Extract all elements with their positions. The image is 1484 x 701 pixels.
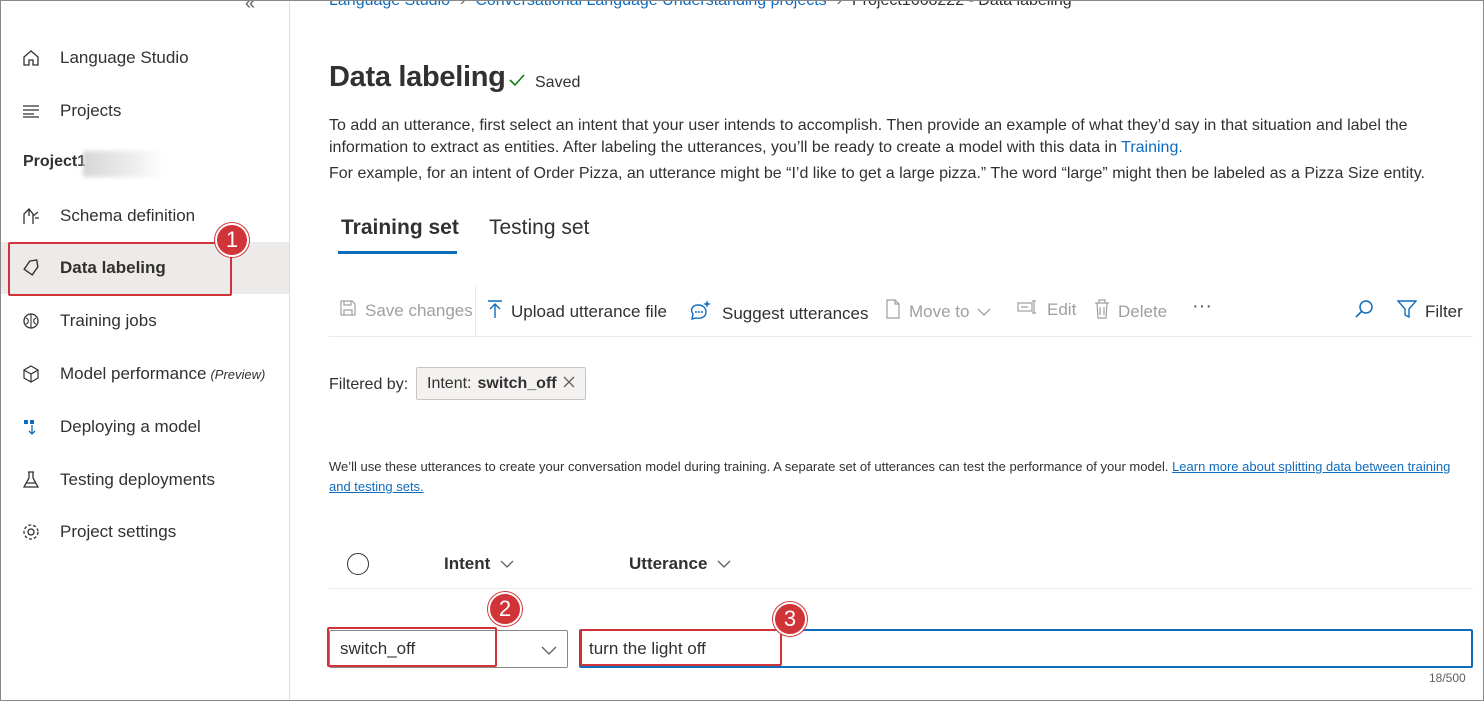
- page-example: For example, for an intent of Order Pizz…: [329, 165, 1425, 182]
- deploy-icon: [21, 417, 41, 437]
- chevron-down-icon: [977, 302, 991, 322]
- sidebar-item-project-settings[interactable]: Project settings: [1, 506, 289, 558]
- close-icon[interactable]: [563, 375, 575, 393]
- sidebar: « Language Studio Projects Project1 Sche…: [1, 1, 290, 700]
- sidebar-item-language-studio[interactable]: Language Studio: [1, 32, 289, 84]
- tab-testing-set[interactable]: Testing set: [489, 216, 589, 240]
- delete-label: Delete: [1118, 301, 1168, 321]
- page-description: To add an utterance, first select an int…: [329, 115, 1479, 159]
- sidebar-item-label: Testing deployments: [60, 470, 215, 489]
- character-counter: 18/500: [1429, 671, 1466, 685]
- sidebar-item-label: Training jobs: [60, 311, 157, 330]
- sidebar-item-projects[interactable]: Projects: [1, 85, 289, 137]
- breadcrumb-separator-icon: ›: [836, 0, 842, 9]
- gear-icon: [21, 522, 41, 542]
- home-icon: [21, 48, 41, 68]
- document-move-icon: [885, 299, 901, 324]
- move-to-label: Move to: [909, 301, 970, 321]
- cube-icon: [21, 364, 41, 384]
- suggest-label: Suggest utterances: [722, 303, 869, 323]
- sidebar-item-label: Model performance: [60, 364, 207, 383]
- filter-chip-key: Intent:: [427, 374, 472, 392]
- toolbar: Save changes Upload utterance file Sugge…: [329, 285, 1473, 337]
- active-tab-indicator: [338, 251, 457, 254]
- funnel-icon: [1396, 299, 1418, 324]
- save-changes-button[interactable]: Save changes: [339, 299, 473, 322]
- training-link[interactable]: Training.: [1121, 139, 1183, 156]
- sidebar-item-label: Schema definition: [60, 206, 196, 225]
- upload-utterance-file-button[interactable]: Upload utterance file: [487, 299, 667, 324]
- sidebar-item-label: Deploying a model: [60, 417, 201, 436]
- filtered-by-label: Filtered by:: [329, 376, 409, 393]
- column-header-label: Intent: [444, 554, 491, 573]
- callout-badge-1: 1: [215, 223, 249, 257]
- sidebar-item-label: Projects: [60, 101, 122, 120]
- chevron-down-icon: [500, 554, 514, 574]
- filter-label: Filter: [1425, 301, 1463, 321]
- collapse-sidebar-icon[interactable]: «: [245, 1, 255, 14]
- redacted-project-id: [83, 151, 163, 177]
- move-to-button[interactable]: Move to: [885, 299, 991, 324]
- breadcrumb-current: Project1668222 - Data labeling: [852, 0, 1072, 9]
- save-status-label: Saved: [535, 73, 581, 91]
- sidebar-item-training-jobs[interactable]: Training jobs: [1, 295, 289, 347]
- breadcrumb-separator-icon: ›: [460, 0, 466, 9]
- list-icon: [21, 101, 41, 121]
- sparkle-chat-icon: [688, 299, 714, 328]
- sidebar-item-deploying-a-model[interactable]: Deploying a model: [1, 401, 289, 453]
- info-body: We’ll use these utterances to create you…: [329, 459, 1173, 474]
- chevron-down-icon: [717, 554, 731, 574]
- callout-box-3: [580, 629, 782, 666]
- search-icon: [1354, 299, 1374, 324]
- table-header: Intent Utterance: [329, 541, 1473, 589]
- filter-chip-value: switch_off: [477, 374, 557, 392]
- main-content: Language Studio › Conversational Language …: [291, 0, 1483, 700]
- sidebar-item-label: Language Studio: [60, 48, 189, 67]
- tab-training-set[interactable]: Training set: [341, 216, 459, 240]
- save-status: Saved: [509, 73, 580, 92]
- filter-chip[interactable]: Intent: switch_off: [416, 367, 586, 400]
- sidebar-item-testing-deployments[interactable]: Testing deployments: [1, 454, 289, 506]
- flask-icon: [21, 470, 41, 490]
- save-icon: [339, 299, 357, 322]
- app-frame: « Language Studio Projects Project1 Sche…: [0, 0, 1484, 701]
- edit-label: Edit: [1047, 299, 1077, 319]
- toolbar-divider: [475, 285, 476, 337]
- chevron-down-icon: [541, 641, 557, 661]
- sidebar-item-model-performance[interactable]: Model performance (Preview): [1, 348, 289, 400]
- suggest-utterances-button[interactable]: Suggest utterances: [688, 299, 868, 328]
- page-title: Data labeling: [329, 61, 506, 93]
- save-changes-label: Save changes: [365, 300, 473, 320]
- callout-box-1: [8, 242, 232, 296]
- upload-icon: [487, 299, 503, 324]
- filter-button[interactable]: Filter: [1396, 299, 1463, 324]
- column-header-label: Utterance: [629, 554, 708, 573]
- breadcrumb: Language Studio › Conversational Language …: [329, 0, 1072, 10]
- edit-button[interactable]: Edit: [1017, 299, 1076, 320]
- callout-box-2: [327, 627, 497, 667]
- edit-icon: [1017, 299, 1039, 320]
- preview-tag: (Preview): [210, 367, 266, 382]
- sidebar-item-label: Project settings: [60, 522, 177, 541]
- brain-icon: [21, 311, 41, 331]
- checkmark-icon: [509, 73, 525, 92]
- column-header-intent[interactable]: Intent: [444, 554, 514, 574]
- trash-icon: [1094, 299, 1110, 324]
- callout-badge-2: 2: [488, 592, 522, 626]
- select-all-radio[interactable]: [347, 553, 369, 575]
- breadcrumb-link-language-studio[interactable]: Language Studio: [329, 1, 450, 9]
- project-name: Project1: [23, 153, 87, 170]
- sidebar-item-label-group: Model performance (Preview): [60, 364, 265, 384]
- schema-icon: [21, 206, 41, 226]
- column-header-utterance[interactable]: Utterance: [629, 554, 731, 574]
- description-text: To add an utterance, first select an int…: [329, 117, 1408, 156]
- upload-label: Upload utterance file: [511, 301, 667, 321]
- more-options-icon[interactable]: ···: [1192, 295, 1212, 318]
- info-text: We’ll use these utterances to create you…: [329, 457, 1469, 497]
- breadcrumb-link-clu-projects[interactable]: Conversational Language Understanding pr…: [475, 1, 826, 9]
- search-button[interactable]: [1354, 299, 1374, 324]
- callout-badge-3: 3: [773, 602, 807, 636]
- delete-button[interactable]: Delete: [1094, 299, 1167, 324]
